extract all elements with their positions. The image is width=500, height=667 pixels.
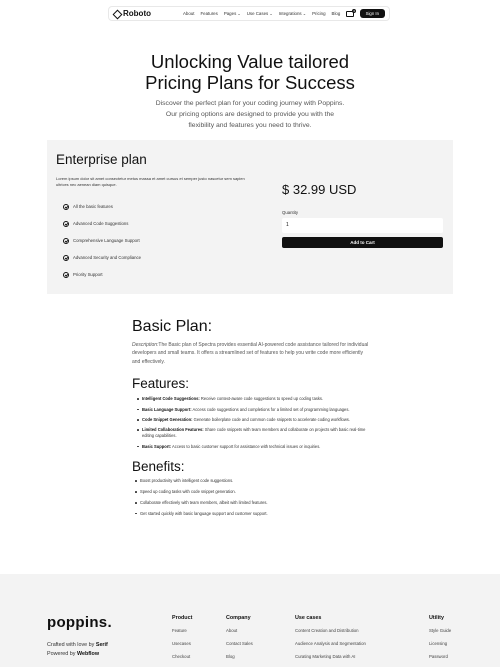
footer-column-title: Product xyxy=(172,615,193,621)
benefits-list: Boost productivity with intelligent code… xyxy=(132,478,372,516)
nav-link-pricing[interactable]: Pricing xyxy=(312,11,325,16)
nav-link-about[interactable]: About xyxy=(183,11,194,16)
footer-column-title: Use cases xyxy=(295,615,322,621)
site-footer: poppins. Crafted with love by Serif Powe… xyxy=(0,574,500,667)
footer-column-use-cases: Use cases Content Creation and Distribut… xyxy=(295,615,366,666)
list-item: Basic Language Support: Access code sugg… xyxy=(137,407,372,413)
footer-link[interactable]: Curating Marketing Data with AI xyxy=(295,654,366,667)
hero-subtitle: Discover the perfect plan for your codin… xyxy=(155,100,345,129)
brand-name: Roboto xyxy=(123,9,151,18)
list-item: Speed up coding tasks with code snippet … xyxy=(135,489,372,495)
list-item: Boost productivity with intelligent code… xyxy=(135,478,372,484)
footer-link[interactable]: Licensing xyxy=(429,641,451,654)
add-to-cart-button[interactable]: Add to Cart xyxy=(282,237,443,248)
list-item: Priority Support xyxy=(63,266,141,283)
list-item: Advanced Security and Compliance xyxy=(63,249,141,266)
list-item: Basic Support: Access to basic customer … xyxy=(137,444,372,450)
quantity-input[interactable]: 1 xyxy=(282,218,443,233)
hero-title: Unlocking Value tailored Pricing Plans f… xyxy=(0,51,500,93)
features-heading: Features: xyxy=(132,376,190,392)
check-circle-icon xyxy=(63,203,69,210)
footer-link[interactable]: Content Creation and Distribution xyxy=(295,628,366,641)
list-item: Get started quickly with basic language … xyxy=(135,511,372,517)
footer-column-title: Utility xyxy=(429,615,444,621)
footer-link[interactable]: Password xyxy=(429,654,451,667)
cart-icon[interactable]: 0 xyxy=(346,8,357,17)
benefits-heading: Benefits: xyxy=(132,459,185,475)
footer-column-company: Company About Contact Sales Blog xyxy=(226,615,253,666)
hero-title-line1: Unlocking Value tailored xyxy=(150,51,350,72)
list-item: Limited Collaboration Features: Share co… xyxy=(137,427,372,439)
logo-icon xyxy=(113,10,121,18)
basic-feature-list: Intelligent Code Suggestions: Receive co… xyxy=(132,396,372,449)
footer-link[interactable]: Usecases xyxy=(172,641,192,654)
nav-dropdown-integrations[interactable]: Integrations xyxy=(279,11,306,16)
cart-count-badge: 0 xyxy=(352,8,357,13)
nav-dropdown-use-cases[interactable]: Use Cases xyxy=(247,11,273,16)
list-item: Code Snippet Generation: Generate boiler… xyxy=(137,417,372,423)
serif-link[interactable]: Serif xyxy=(96,642,108,648)
check-circle-icon xyxy=(63,271,69,278)
check-circle-icon xyxy=(63,237,69,244)
footer-link[interactable]: Blog xyxy=(226,654,253,667)
footer-credits: Crafted with love by Serif Powered by We… xyxy=(47,642,108,657)
footer-link[interactable]: About xyxy=(226,628,253,641)
enterprise-feature-list: All the basic features Advanced Code Sug… xyxy=(63,198,141,283)
basic-plan-description: Description:The Basic plan of Spectra pr… xyxy=(132,342,369,365)
nav-link-blog[interactable]: Blog xyxy=(332,11,341,16)
footer-link[interactable]: Contact Sales xyxy=(226,641,253,654)
check-circle-icon xyxy=(63,254,69,261)
quantity-label: Quantity xyxy=(282,210,299,215)
sign-in-button[interactable]: Sign In xyxy=(359,9,385,18)
description-lead: Description: xyxy=(132,342,159,348)
footer-logo[interactable]: poppins. xyxy=(47,614,112,631)
list-item: Intelligent Code Suggestions: Receive co… xyxy=(137,396,372,402)
footer-link[interactable]: Checkout xyxy=(172,654,192,667)
nav-dropdown-pages[interactable]: Pages xyxy=(224,11,241,16)
footer-link[interactable]: Audience Analysis and Segmentation xyxy=(295,641,366,654)
footer-column-product: Product Feature Usecases Checkout xyxy=(172,615,192,666)
footer-column-utility: Utility Style Guide Licensing Password xyxy=(429,615,451,666)
enterprise-plan-description: Lorem ipsum dolor sit amet consectetur m… xyxy=(56,176,245,187)
brand-logo[interactable]: Roboto xyxy=(113,9,151,18)
enterprise-plan-title: Enterprise plan xyxy=(56,152,147,167)
webflow-link[interactable]: Webflow xyxy=(77,651,99,657)
list-item: Collaborate effectively with team member… xyxy=(135,500,372,506)
hero-title-line2: Pricing Plans for Success xyxy=(145,72,355,93)
list-item: Comprehensive Language Support xyxy=(63,232,141,249)
top-navbar: Roboto About Features Pages Use Cases In… xyxy=(108,6,390,21)
nav-link-features[interactable]: Features xyxy=(200,11,217,16)
basic-plan-title: Basic Plan: xyxy=(132,318,213,335)
check-circle-icon xyxy=(63,220,69,227)
basic-plan-section: Basic Plan: Description:The Basic plan o… xyxy=(132,318,372,522)
list-item: All the basic features xyxy=(63,198,141,215)
footer-column-title: Company xyxy=(226,615,251,621)
footer-link[interactable]: Style Guide xyxy=(429,628,451,641)
footer-link[interactable]: Feature xyxy=(172,628,192,641)
plan-price: $ 32.99 USD xyxy=(282,182,357,197)
list-item: Advanced Code Suggestions xyxy=(63,215,141,232)
enterprise-plan-card: Enterprise plan Lorem ipsum dolor sit am… xyxy=(47,140,453,294)
